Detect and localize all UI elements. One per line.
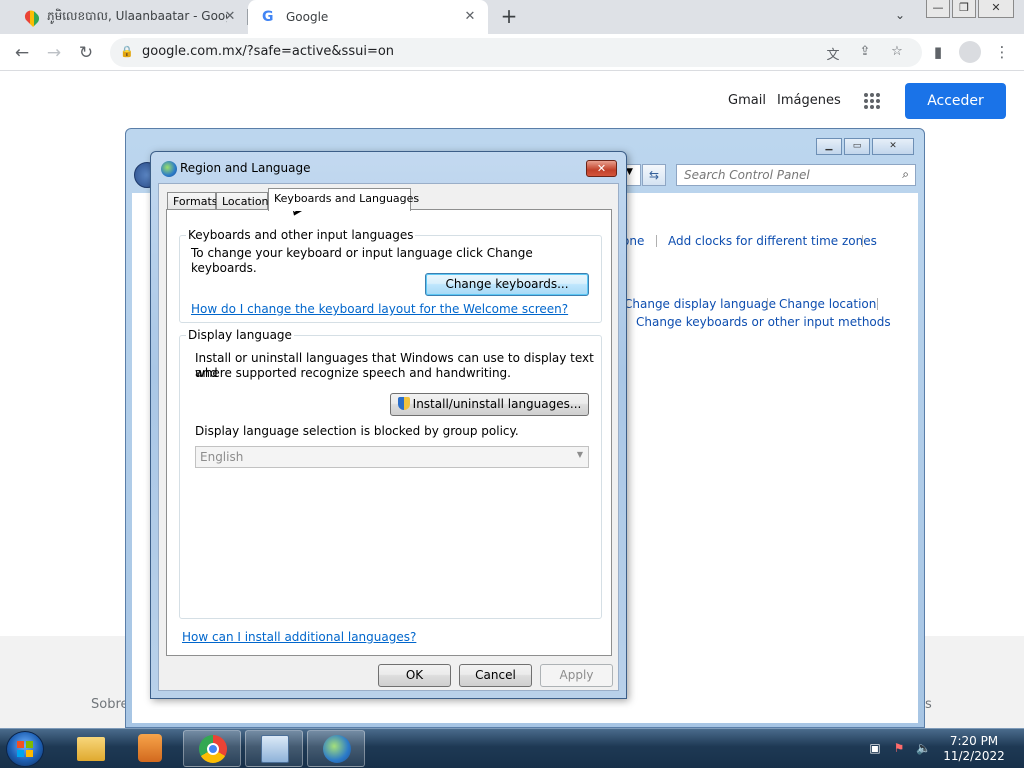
taskbar-explorer[interactable] xyxy=(62,730,120,767)
dialog-body: Formats Location Keyboards and Languages… xyxy=(158,183,619,691)
address-bar[interactable]: 🔒 google.com.mx/?safe=active&ssui=on 文 ⇪… xyxy=(110,38,922,67)
search-icon: ⌕ xyxy=(902,167,909,181)
uac-shield-icon xyxy=(397,397,410,410)
tab-google[interactable]: G Google ✕ xyxy=(248,0,488,34)
install-languages-button[interactable]: Install/uninstall languages... xyxy=(390,393,589,416)
footer-link-partial[interactable]: s xyxy=(925,697,932,712)
dialog-close-button[interactable]: ✕ xyxy=(586,160,617,177)
taskbar-clock[interactable]: 7:20 PM 11/2/2022 xyxy=(934,734,1014,764)
display-description-line2: where supported recognize speech and han… xyxy=(195,366,511,380)
forward-arrow-icon[interactable]: → xyxy=(42,41,66,65)
display-language-group: Display language Install or uninstall la… xyxy=(179,328,602,619)
taskbar-chrome[interactable] xyxy=(183,730,241,767)
tab-maps[interactable]: ភូមិលេខបាល, Ulaanbaatar - Goog ✕ xyxy=(8,0,248,34)
translate-icon[interactable]: 文 xyxy=(824,44,842,63)
chrome-icon xyxy=(199,735,227,763)
tab-close-icon[interactable]: ✕ xyxy=(462,9,478,25)
keyboards-group-label: Keyboards and other input languages xyxy=(186,228,416,242)
cp-address-dropdown-icon[interactable]: ▼ xyxy=(626,167,633,177)
tab-panel: Keyboards and other input languages To c… xyxy=(166,209,612,656)
windows-logo-icon xyxy=(17,741,33,757)
folder-icon xyxy=(77,737,105,761)
tab-title: ភូមិលេខបាល, Ulaanbaatar - Goog xyxy=(47,9,227,23)
cp-minimize-button[interactable]: ▁ xyxy=(816,138,842,155)
display-language-value: English xyxy=(200,450,244,464)
share-icon[interactable]: ⇪ xyxy=(856,44,874,62)
minimize-button[interactable]: — xyxy=(926,0,950,18)
apply-button[interactable]: Apply xyxy=(540,664,613,687)
window-controls: — ❐ ✕ xyxy=(924,0,1014,18)
media-player-icon xyxy=(138,734,162,762)
footer-link-about[interactable]: Sobre xyxy=(91,697,129,712)
cp-search-placeholder: Search Control Panel xyxy=(684,168,810,182)
side-panel-icon[interactable]: ▮ xyxy=(926,40,950,64)
tab-title: Google xyxy=(286,10,329,24)
cp-link-add-clocks[interactable]: Add clocks for different time zones xyxy=(668,234,877,248)
taskbar-media-player[interactable] xyxy=(122,730,180,767)
tab-strip: ភូមិលេខបាល, Ulaanbaatar - Goog ✕ G Googl… xyxy=(0,0,1024,34)
maps-pin-icon xyxy=(22,7,42,27)
back-arrow-icon[interactable]: ← xyxy=(10,41,34,65)
install-additional-languages-link[interactable]: How can I install additional languages? xyxy=(182,630,416,644)
clock-date: 11/2/2022 xyxy=(943,749,1005,763)
display-language-select[interactable]: English ▼ xyxy=(195,446,589,468)
network-icon[interactable]: ▣ xyxy=(868,741,882,755)
display-group-label: Display language xyxy=(186,328,294,342)
tab-close-icon[interactable]: ✕ xyxy=(222,9,238,25)
start-button[interactable] xyxy=(6,731,44,767)
windows-taskbar: ▣ ⚑ 🔈 7:20 PM 11/2/2022 xyxy=(0,728,1024,768)
taskbar-region-language[interactable] xyxy=(307,730,365,767)
cp-link-separator xyxy=(656,235,657,247)
tab-search-button[interactable]: ⌄ xyxy=(895,8,905,22)
cp-window-controls: ▁ ▭ ✕ xyxy=(814,138,914,155)
apps-grid-icon[interactable] xyxy=(864,93,880,109)
maximize-button[interactable]: ❐ xyxy=(952,0,976,18)
change-keyboards-button[interactable]: Change keyboards... xyxy=(425,273,589,296)
action-center-flag-icon[interactable]: ⚑ xyxy=(892,741,906,755)
bookmark-star-icon[interactable]: ☆ xyxy=(888,44,906,62)
cancel-button[interactable]: Cancel xyxy=(459,664,532,687)
browser-toolbar: ← → ↻ 🔒 google.com.mx/?safe=active&ssui=… xyxy=(0,34,1024,71)
cp-link-separator xyxy=(877,298,878,310)
cp-maximize-button[interactable]: ▭ xyxy=(844,138,870,155)
cp-close-button[interactable]: ✕ xyxy=(872,138,914,155)
cp-link-display-language[interactable]: Change display language xyxy=(624,297,776,311)
google-g-icon: G xyxy=(262,8,274,25)
globe-clock-icon xyxy=(323,735,351,763)
region-language-dialog: Region and Language ✕ Formats Location K… xyxy=(150,151,627,699)
cp-link-separator xyxy=(767,298,768,310)
gmail-link[interactable]: Gmail xyxy=(728,93,766,108)
cp-refresh-icon[interactable]: ⇆ xyxy=(642,164,666,186)
url-text: google.com.mx/?safe=active&ssui=on xyxy=(142,44,395,59)
keyboards-description: To change your keyboard or input languag… xyxy=(191,246,533,275)
chevron-down-icon: ▼ xyxy=(576,450,583,459)
globe-icon xyxy=(161,161,177,177)
cp-link-separator xyxy=(862,235,863,247)
new-tab-button[interactable]: + xyxy=(498,6,520,28)
cp-search-input[interactable]: Search Control Panel ⌕ xyxy=(676,164,916,186)
menu-kebab-icon[interactable]: ⋮ xyxy=(990,40,1014,64)
images-link[interactable]: Imágenes xyxy=(777,93,841,108)
install-languages-label: Install/uninstall languages... xyxy=(412,397,582,411)
dialog-title: Region and Language xyxy=(180,161,311,175)
control-panel-icon xyxy=(261,735,289,763)
profile-avatar[interactable] xyxy=(959,41,981,63)
group-policy-text: Display language selection is blocked by… xyxy=(195,424,519,438)
volume-icon[interactable]: 🔈 xyxy=(916,741,931,755)
sign-in-button[interactable]: Acceder xyxy=(905,83,1006,119)
clock-time: 7:20 PM xyxy=(949,734,999,748)
close-button[interactable]: ✕ xyxy=(978,0,1014,18)
tab-keyboards-languages[interactable]: Keyboards and Languages xyxy=(268,188,419,211)
cp-link-change-location[interactable]: Change location xyxy=(779,297,876,311)
keyboard-layout-help-link[interactable]: How do I change the keyboard layout for … xyxy=(191,302,568,316)
ok-button[interactable]: OK xyxy=(378,664,451,687)
keyboards-group: Keyboards and other input languages To c… xyxy=(179,228,602,323)
taskbar-control-panel[interactable] xyxy=(245,730,303,767)
reload-icon[interactable]: ↻ xyxy=(74,41,98,65)
lock-icon: 🔒 xyxy=(120,45,134,58)
cp-link-change-keyboards[interactable]: Change keyboards or other input methods xyxy=(636,315,891,329)
